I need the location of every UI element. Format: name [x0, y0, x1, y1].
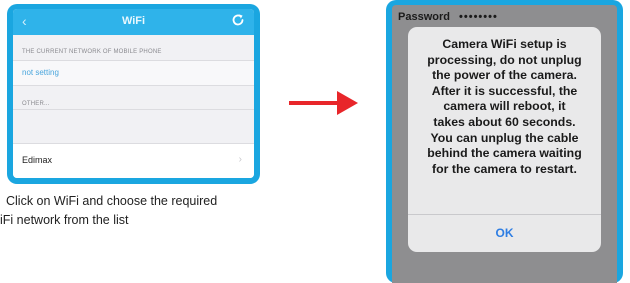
wifi-list-phone: ‹ WiFi THE CURRENT NETWORK OF MOBILE PHO…: [7, 4, 260, 184]
caption-line-1: Click on WiFi and choose the required: [6, 194, 218, 208]
wifi-setup-screen: Password •••••••• Camera WiFi setup is p…: [392, 5, 617, 283]
password-value: ••••••••: [459, 11, 498, 23]
nav-title: WiFi: [121, 15, 146, 27]
current-network-row[interactable]: not setting: [13, 60, 254, 86]
right-arrow-icon: [289, 91, 358, 115]
instruction-figure: ‹ WiFi THE CURRENT NETWORK OF MOBILE PHO…: [0, 0, 630, 283]
alert-message: Camera WiFi setup is processing, do not …: [427, 37, 582, 176]
list-divider: [13, 109, 254, 110]
wifi-list-screen: ‹ WiFi THE CURRENT NETWORK OF MOBILE PHO…: [13, 9, 254, 178]
chevron-right-icon: ›: [238, 154, 242, 165]
current-network-value: not setting: [22, 68, 59, 77]
wifi-setup-phone: Password •••••••• Camera WiFi setup is p…: [386, 0, 623, 283]
network-name: Edimax: [22, 155, 53, 165]
caption-line-2: iFi network from the list: [0, 213, 129, 227]
instruction-caption: Click on WiFi and choose the required iF…: [0, 192, 300, 230]
password-row: Password ••••••••: [398, 11, 498, 23]
network-row-edimax[interactable]: Edimax ›: [13, 143, 254, 178]
nav-bar: ‹ WiFi: [13, 9, 254, 35]
alert-dialog: Camera WiFi setup is processing, do not …: [408, 27, 601, 252]
ok-button[interactable]: OK: [408, 214, 601, 252]
other-networks-header: OTHER...: [22, 101, 50, 107]
current-network-header: THE CURRENT NETWORK OF MOBILE PHONE: [22, 49, 162, 55]
password-label: Password: [398, 11, 450, 23]
refresh-icon[interactable]: [231, 13, 245, 27]
